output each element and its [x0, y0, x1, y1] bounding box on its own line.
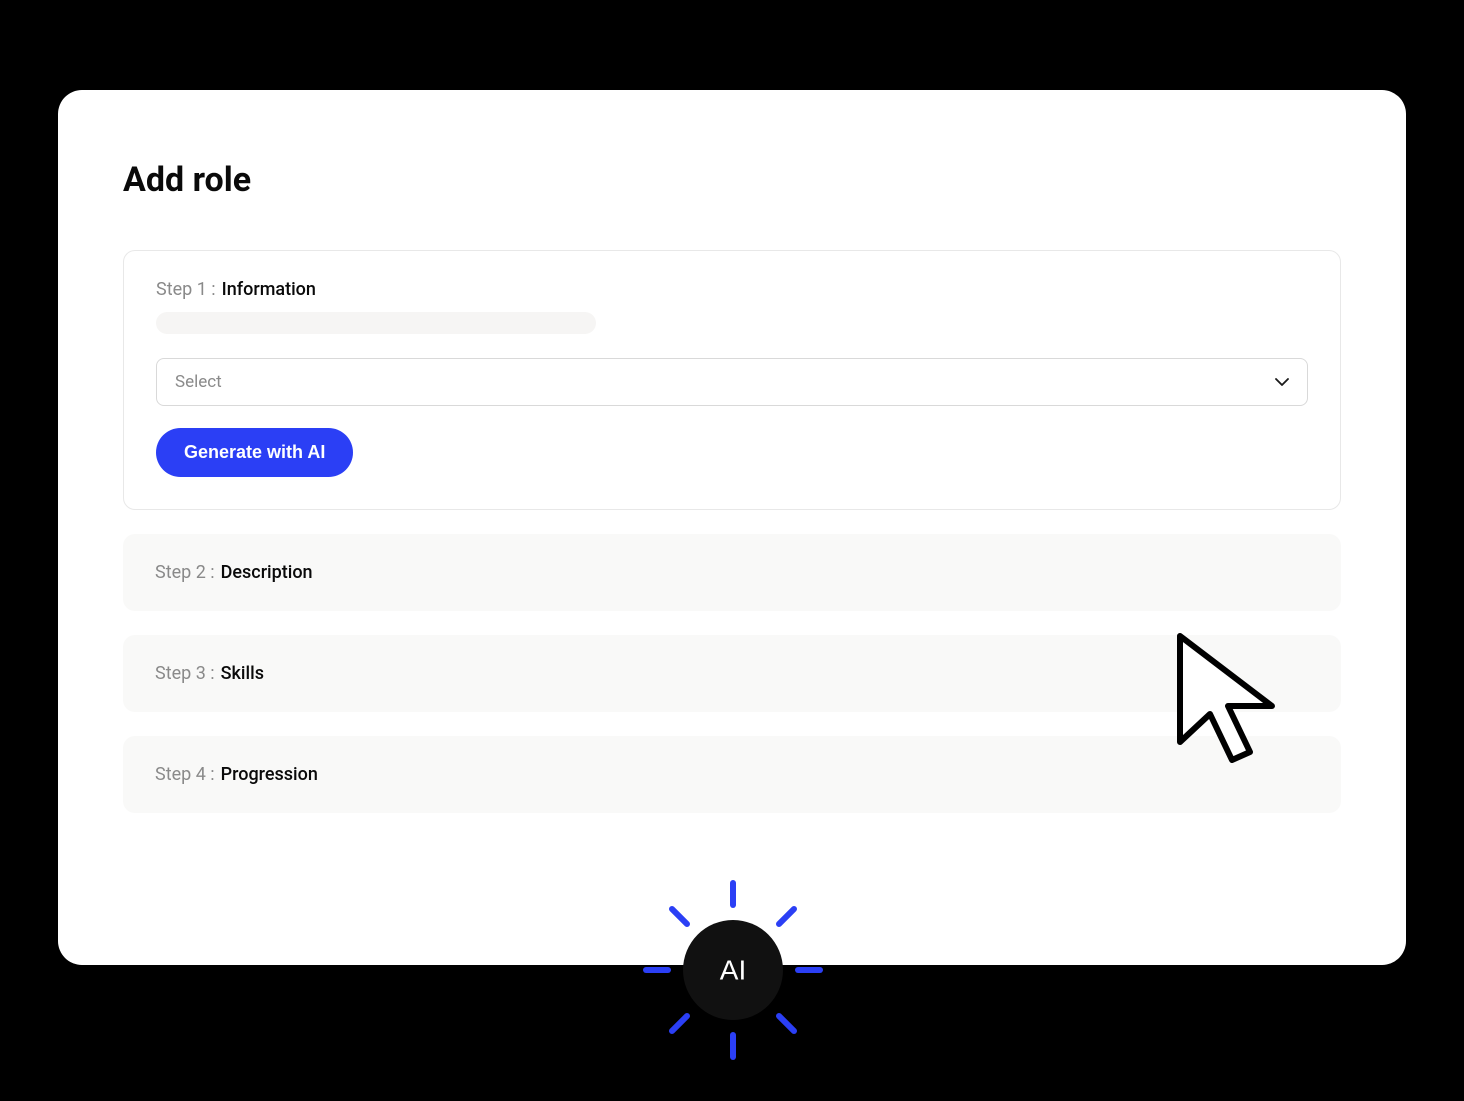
generate-with-ai-button[interactable]: Generate with AI	[156, 428, 353, 477]
step-header-4: Step 4 : Progression	[155, 764, 1309, 785]
step-name: Skills	[221, 663, 264, 684]
step-progression-card[interactable]: Step 4 : Progression	[123, 736, 1341, 813]
step-header-1: Step 1 : Information	[156, 279, 1308, 300]
step-name: Description	[221, 562, 313, 583]
step-name: Progression	[221, 764, 318, 785]
step-skills-card[interactable]: Step 3 : Skills	[123, 635, 1341, 712]
select-placeholder: Select	[175, 372, 222, 392]
step-header-2: Step 2 : Description	[155, 562, 1309, 583]
step-label: Step 2 :	[155, 562, 215, 583]
step-description-card[interactable]: Step 2 : Description	[123, 534, 1341, 611]
step-name: Information	[222, 279, 316, 300]
select-dropdown[interactable]: Select	[156, 358, 1308, 406]
role-name-input[interactable]	[156, 312, 596, 334]
chevron-down-icon	[1275, 375, 1289, 389]
page-title: Add role	[123, 160, 1341, 200]
step-label: Step 4 :	[155, 764, 215, 785]
step-label: Step 3 :	[155, 663, 215, 684]
step-information-card: Step 1 : Information Select Generate wit…	[123, 250, 1341, 510]
step-header-3: Step 3 : Skills	[155, 663, 1309, 684]
add-role-window: Add role Step 1 : Information Select Gen…	[58, 90, 1406, 965]
step-label: Step 1 :	[156, 279, 216, 300]
